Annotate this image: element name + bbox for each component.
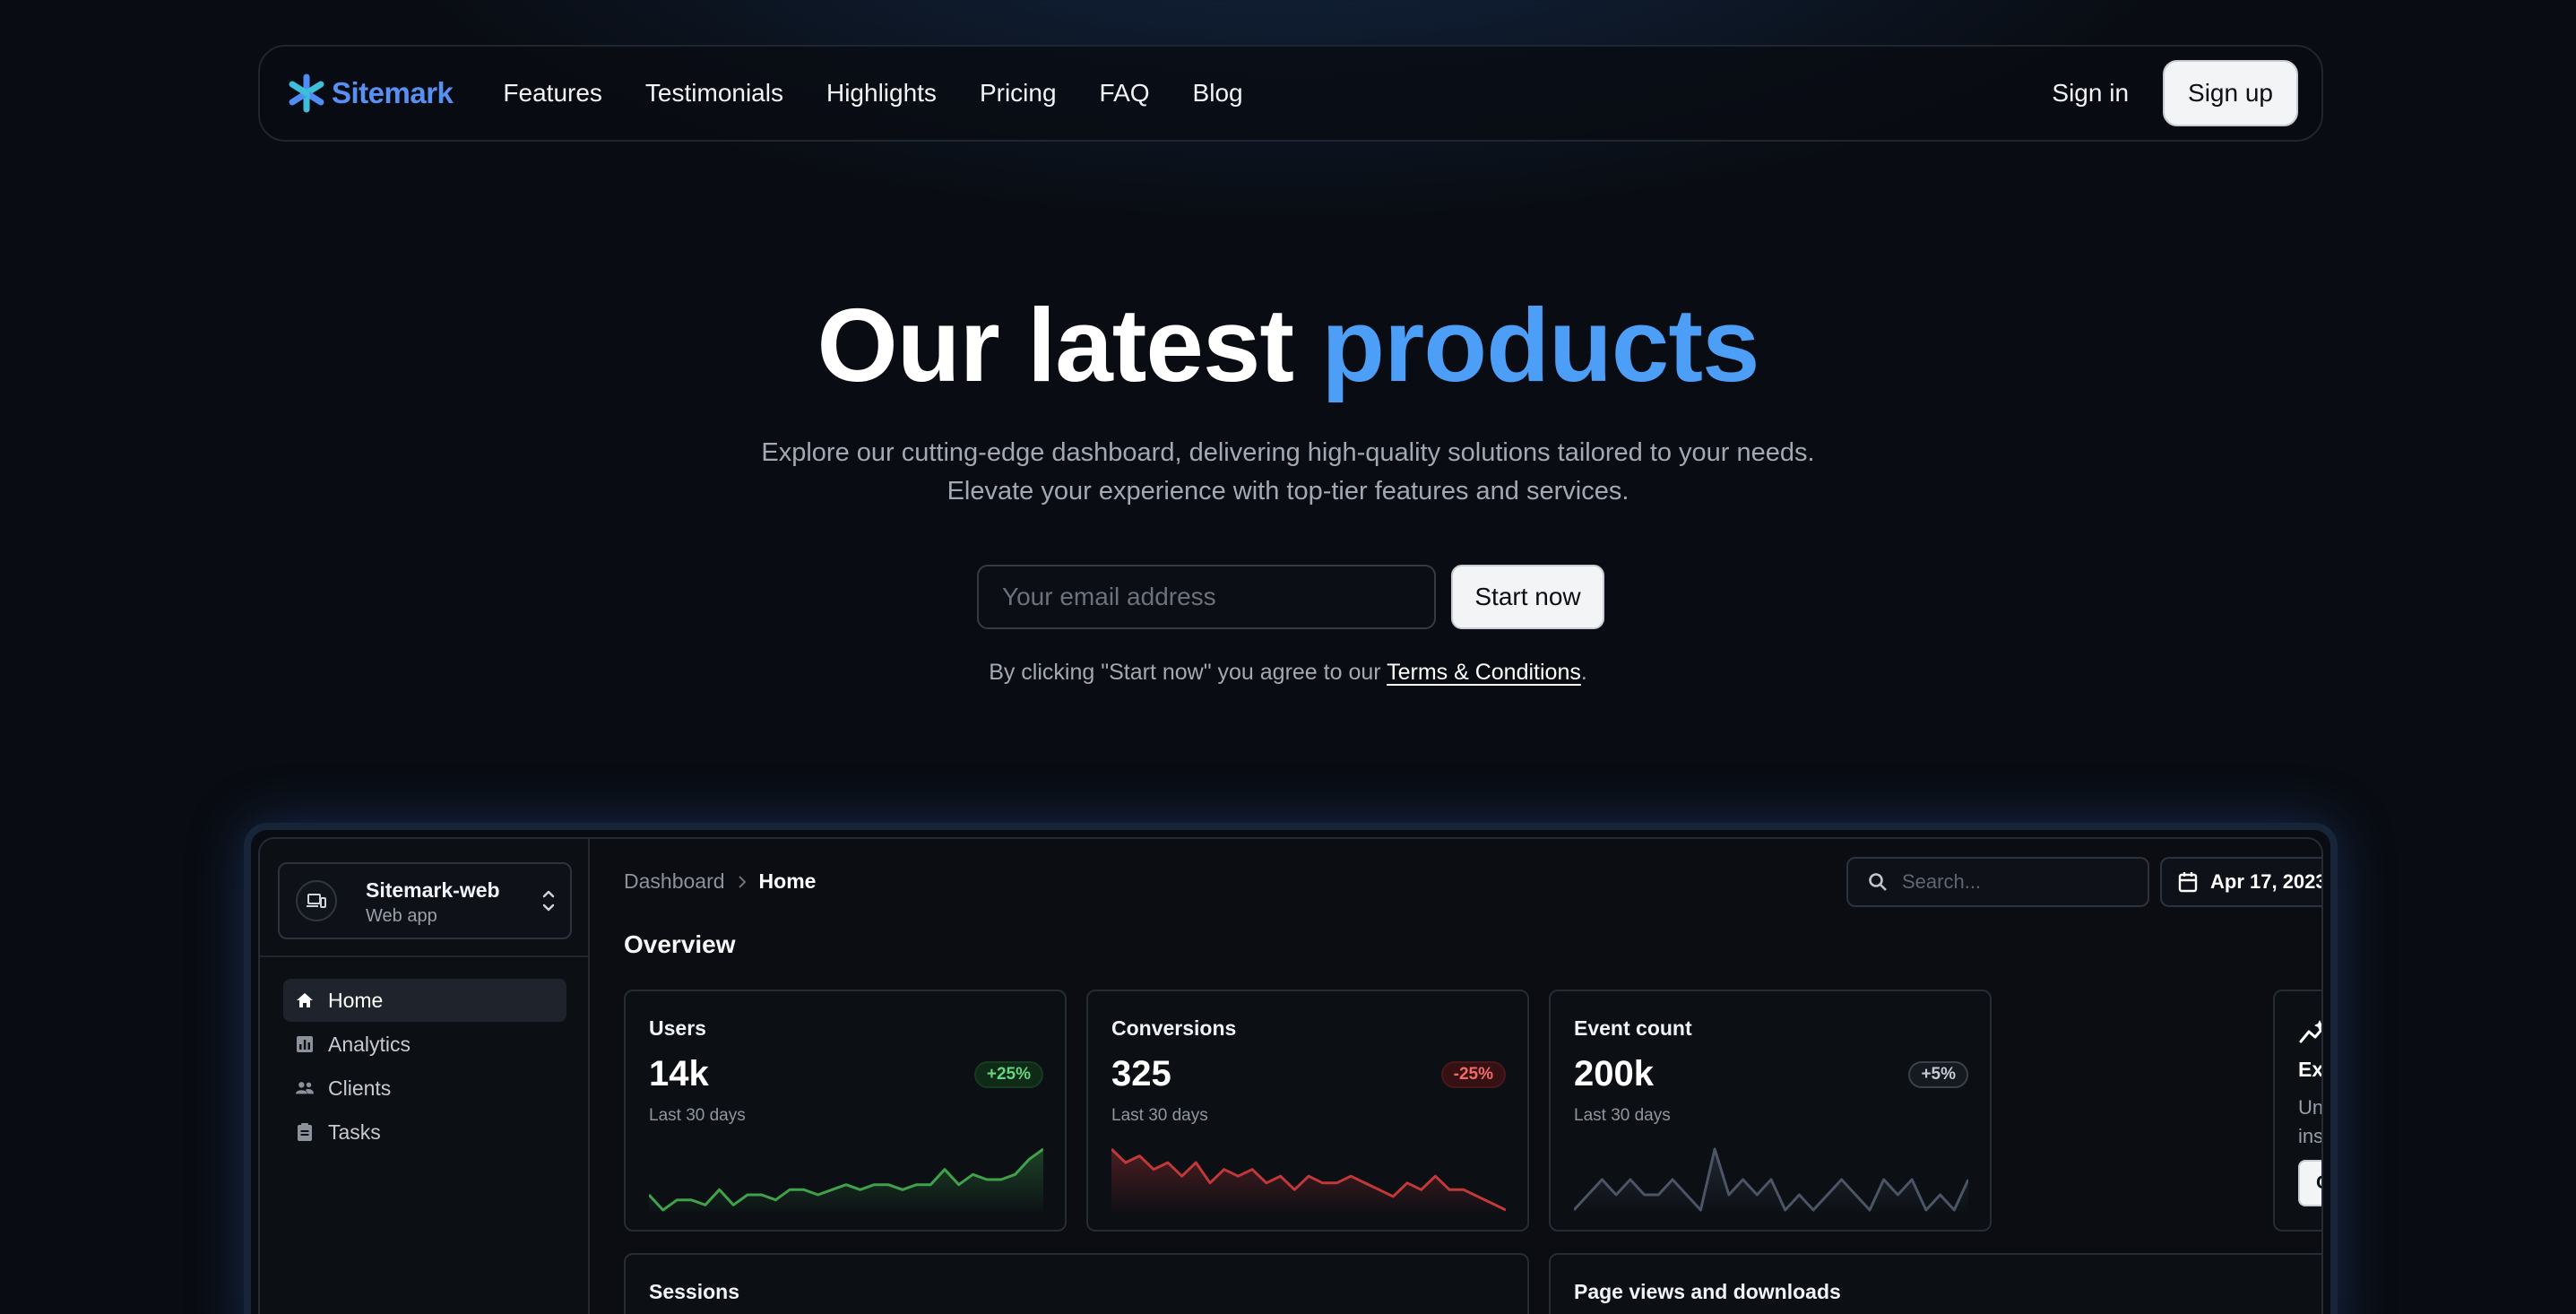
sidebar-item-label: Analytics [328,1032,411,1056]
stat-card-period: Last 30 days [1111,1106,1208,1125]
unfold-chevron-icon [542,890,555,912]
chevron-right-icon [738,875,746,888]
event-count-sparkline [1574,1147,1968,1215]
sidebar-item-analytics[interactable]: Analytics [283,1023,566,1066]
people-icon [296,1079,314,1097]
dashboard-main: Dashboard Home Search... Apr 17, 2023 Ov… [592,839,2321,1314]
breadcrumb: Dashboard Home [624,869,816,894]
top-navbar: Sitemark Features Testimonials Highlight… [258,45,2323,142]
terms-link[interactable]: Terms & Conditions [1387,660,1581,685]
analytics-icon [296,1035,314,1053]
nav-link-features[interactable]: Features [503,79,602,108]
stat-card-period: Last 30 days [649,1106,746,1125]
stat-card-title: Users [649,1016,706,1040]
page-views-title: Page views and downloads [1574,1280,1841,1303]
dashboard-sidebar: Sitemark-web Web app Home Analytics Clie… [260,839,590,1314]
stat-card-title: Conversions [1111,1016,1237,1040]
sparkline-area [1111,1149,1506,1215]
sidebar-item-label: Tasks [328,1119,381,1144]
terms-prefix: By clicking "Start now" you agree to our [989,660,1387,685]
trend-badge: -25% [1440,1061,1506,1088]
explore-description: Uncover performance and visitor insights… [2298,1096,2323,1147]
email-input[interactable] [977,565,1436,629]
clipboard-icon [296,1123,314,1141]
breadcrumb-dashboard[interactable]: Dashboard [624,869,725,894]
search-input[interactable]: Search... [1846,857,2149,907]
sidebar-item-label: Home [328,988,384,1012]
dashboard-preview: Sitemark-web Web app Home Analytics Clie… [258,837,2323,1314]
search-icon [1869,873,1887,891]
stat-card-event-count: Event count 200k Last 30 days +5% [1549,990,1992,1232]
hero-title: Our latest products [0,287,2576,403]
sign-in-link[interactable]: Sign in [2052,79,2129,108]
start-now-button[interactable]: Start now [1451,565,1604,629]
sessions-card: Sessions [624,1253,1529,1314]
nav-link-faq[interactable]: FAQ [1100,79,1150,108]
auth-actions: Sign in Sign up [2052,60,2298,126]
sign-up-button[interactable]: Sign up [2163,60,2298,126]
hero-subtitle-line-2: Elevate your experience with top-tier fe… [947,477,1629,506]
trend-badge: +25% [973,1061,1043,1088]
insights-icon [2299,1020,2321,1043]
users-sparkline [649,1147,1043,1215]
page-views-card: Page views and downloads [1549,1253,2321,1314]
stat-card-conversions: Conversions 325 Last 30 days -25% [1086,990,1529,1232]
sidebar-item-clients[interactable]: Clients [283,1067,566,1110]
terms-suffix: . [1580,660,1587,685]
app-selector[interactable]: Sitemark-web Web app [278,862,572,939]
get-insights-label: Get insights [2316,1172,2321,1194]
stat-card-value: 325 [1111,1054,1171,1094]
search-placeholder: Search... [1902,870,1982,893]
app-type: Web app [366,906,437,926]
hero-title-plain: Our latest [817,287,1294,403]
explore-data-card: Explore your data Uncover performance an… [2273,990,2323,1232]
hero-title-accent: products [1321,287,1759,403]
sidebar-divider [260,955,588,957]
sidebar-item-tasks[interactable]: Tasks [283,1111,566,1154]
get-insights-button[interactable]: Get insights [2298,1160,2321,1206]
terms-notice: By clicking "Start now" you agree to our… [0,660,2576,686]
brand-logo[interactable]: Sitemark [287,73,454,113]
nav-link-pricing[interactable]: Pricing [980,79,1057,108]
calendar-icon [2178,872,2198,893]
home-icon [296,991,314,1009]
hero-subtitle-line-1: Explore our cutting-edge dashboard, deli… [761,438,1815,467]
explore-title: Explore your data [2298,1058,2323,1081]
nav-links: Features Testimonials Highlights Pricing… [503,79,1242,108]
stat-card-title: Event count [1574,1016,1692,1040]
sessions-title: Sessions [649,1280,739,1303]
conversions-sparkline [1111,1147,1506,1215]
hero-subtitle: Explore our cutting-edge dashboard, deli… [0,434,2576,511]
trend-badge: +5% [1908,1061,1968,1088]
sparkline-area [649,1149,1043,1215]
stat-card-users: Users 14k Last 30 days +25% [624,990,1067,1232]
stat-card-value: 200k [1574,1054,1654,1094]
devices-icon [296,880,337,921]
overview-title: Overview [624,930,736,958]
sitemark-logo-icon [289,73,324,113]
sidebar-item-home[interactable]: Home [283,979,566,1022]
brand-name: Sitemark [332,76,454,109]
app-name: Sitemark-web [366,878,500,902]
breadcrumb-home: Home [758,869,817,893]
stat-card-period: Last 30 days [1574,1106,1671,1125]
date-picker-button[interactable]: Apr 17, 2023 [2160,857,2323,907]
date-label: Apr 17, 2023 [2210,870,2323,893]
sidebar-item-label: Clients [328,1076,392,1100]
sidebar-menu: Home Analytics Clients Tasks [283,979,566,1154]
stat-card-value: 14k [649,1054,709,1094]
nav-link-highlights[interactable]: Highlights [826,79,937,108]
nav-link-blog[interactable]: Blog [1193,79,1243,108]
nav-link-testimonials[interactable]: Testimonials [645,79,783,108]
